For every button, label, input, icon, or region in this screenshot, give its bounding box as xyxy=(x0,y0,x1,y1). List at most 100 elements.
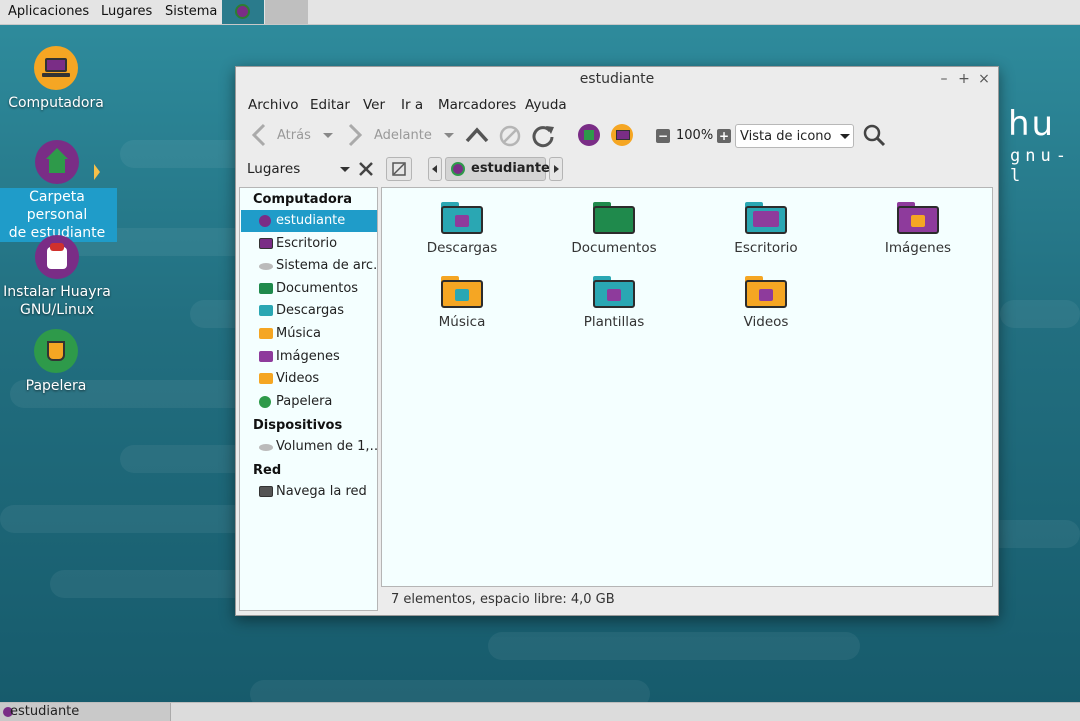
menu-editar[interactable]: Editar xyxy=(310,97,350,113)
close-button[interactable]: × xyxy=(977,70,991,88)
sidebar-section-dispositivos: Dispositivos xyxy=(253,418,343,433)
forward-label[interactable]: Adelante xyxy=(374,128,432,143)
search-icon xyxy=(863,124,886,147)
sidebar-item-label: Papelera xyxy=(276,394,333,409)
computer-icon xyxy=(616,130,630,140)
back-label[interactable]: Atrás xyxy=(277,128,311,143)
bottom-panel: estudiante xyxy=(0,702,1080,721)
desktop-icon-label: Computadora xyxy=(8,95,104,111)
menu-ir-a[interactable]: Ir a xyxy=(401,97,423,113)
file-item-videos[interactable]: Videos xyxy=(696,276,836,330)
toggle-location-button[interactable] xyxy=(386,157,412,181)
sidebar-item-label: Descargas xyxy=(276,303,345,318)
documents-folder-icon xyxy=(593,202,635,234)
path-button-estudiante[interactable]: estudiante xyxy=(445,157,550,181)
file-item-descargas[interactable]: Descargas xyxy=(392,202,532,256)
home-icon xyxy=(584,130,594,140)
sidebar-item-estudiante[interactable]: estudiante xyxy=(241,210,377,232)
reload-button[interactable] xyxy=(530,123,556,153)
huayra-launcher-icon xyxy=(235,4,250,19)
file-item-label: Escritorio xyxy=(734,240,798,256)
path-scroll-right-button[interactable] xyxy=(549,157,563,181)
desktop-icon-computadora[interactable]: Computadora xyxy=(0,46,116,112)
window-titlebar[interactable]: estudiante – + × xyxy=(236,67,998,93)
file-item-escritorio[interactable]: Escritorio xyxy=(696,202,836,256)
sidebar-item-videos[interactable]: Videos xyxy=(241,368,377,390)
panel-empty-slot[interactable] xyxy=(265,0,308,24)
sidebar-section-red: Red xyxy=(253,463,282,478)
file-item-label: Plantillas xyxy=(583,314,645,330)
file-item-imagenes[interactable]: Imágenes xyxy=(848,202,988,256)
sidebar-item-sistema-de-archivos[interactable]: Sistema de arc… xyxy=(241,255,377,277)
menu-lugares[interactable]: Lugares xyxy=(101,0,152,24)
minimize-button[interactable]: – xyxy=(937,70,951,88)
folder-icon xyxy=(259,305,273,316)
folder-icon xyxy=(259,328,273,339)
sidebar-item-label: estudiante xyxy=(276,213,346,228)
zoom-in-button[interactable]: + xyxy=(717,129,731,143)
file-item-documentos[interactable]: Documentos xyxy=(544,202,684,256)
file-item-label: Imágenes xyxy=(884,240,952,256)
file-item-label: Descargas xyxy=(426,240,498,256)
installer-icon xyxy=(35,235,79,279)
file-item-plantillas[interactable]: Plantillas xyxy=(544,276,684,330)
folder-icon xyxy=(259,283,273,294)
sidebar-mode-chevron-icon[interactable] xyxy=(340,167,350,172)
sidebar-item-volumen[interactable]: Volumen de 1,… xyxy=(241,436,377,458)
sidebar-mode-label[interactable]: Lugares xyxy=(247,161,300,177)
sidebar-item-label: Videos xyxy=(276,371,320,386)
panel-launcher-button[interactable] xyxy=(222,0,264,24)
maximize-button[interactable]: + xyxy=(957,70,971,88)
view-mode-select[interactable]: Vista de icono xyxy=(735,124,854,148)
sidebar-close-icon[interactable] xyxy=(357,160,375,178)
menu-ver[interactable]: Ver xyxy=(363,97,385,113)
menu-marcadores[interactable]: Marcadores xyxy=(438,97,516,113)
search-button[interactable] xyxy=(862,123,888,153)
computer-toolbar-button[interactable] xyxy=(611,124,633,146)
sidebar-item-musica[interactable]: Música xyxy=(241,323,377,345)
chevron-right-icon xyxy=(554,165,559,173)
desktop-icon-instalar-huayra[interactable]: Instalar Huayra GNU/Linux xyxy=(0,235,117,319)
sidebar-item-papelera[interactable]: Papelera xyxy=(241,391,377,413)
pictures-folder-icon xyxy=(897,202,939,234)
sidebar-item-descargas[interactable]: Descargas xyxy=(241,300,377,322)
menu-aplicaciones[interactable]: Aplicaciones xyxy=(8,0,89,24)
forward-history-chevron-icon[interactable] xyxy=(444,133,454,138)
templates-folder-icon xyxy=(593,276,635,308)
path-scroll-left-button[interactable] xyxy=(428,157,442,181)
computer-icon xyxy=(34,46,78,90)
trash-icon xyxy=(34,329,78,373)
sidebar-item-escritorio[interactable]: Escritorio xyxy=(241,233,377,255)
stop-button[interactable] xyxy=(498,124,522,152)
huayra-logo-text: hu xyxy=(1008,104,1056,144)
sidebar-item-imagenes[interactable]: Imágenes xyxy=(241,346,377,368)
menu-archivo[interactable]: Archivo xyxy=(248,97,298,113)
forward-button[interactable] xyxy=(344,122,366,152)
wallpaper-stripe xyxy=(1000,300,1080,328)
taskbar-window-button[interactable]: estudiante xyxy=(0,703,171,721)
sidebar-item-navega-la-red[interactable]: Navega la red xyxy=(241,481,377,503)
sidebar-item-documentos[interactable]: Documentos xyxy=(241,278,377,300)
huayra-logo-subtitle: gnu-l xyxy=(1010,146,1071,186)
places-sidebar: Computadora estudiante Escritorio Sistem… xyxy=(239,187,378,611)
file-item-musica[interactable]: Música xyxy=(392,276,532,330)
desktop-icon-papelera[interactable]: Papelera xyxy=(0,329,116,395)
trash-icon xyxy=(259,396,271,408)
menu-sistema[interactable]: Sistema xyxy=(165,0,217,24)
sidebar-header: Lugares xyxy=(239,155,379,183)
window-title: estudiante xyxy=(579,71,655,87)
up-button[interactable] xyxy=(464,123,490,151)
icon-view[interactable]: Descargas Documentos Escritorio Imágenes xyxy=(381,187,993,587)
desktop-icon-carpeta-personal[interactable]: Carpeta personal de estudiante xyxy=(0,140,117,242)
zoom-level: 100% xyxy=(676,128,714,143)
back-history-chevron-icon[interactable] xyxy=(323,133,333,138)
zoom-out-button[interactable]: − xyxy=(656,129,670,143)
sidebar-item-label: Navega la red xyxy=(276,484,367,499)
menu-ayuda[interactable]: Ayuda xyxy=(525,97,567,113)
file-item-label: Videos xyxy=(743,314,789,330)
chevron-left-icon xyxy=(432,165,437,173)
home-toolbar-button[interactable] xyxy=(578,124,600,146)
chevron-down-icon xyxy=(840,134,850,139)
folder-icon xyxy=(259,351,273,362)
back-button[interactable] xyxy=(248,122,270,152)
